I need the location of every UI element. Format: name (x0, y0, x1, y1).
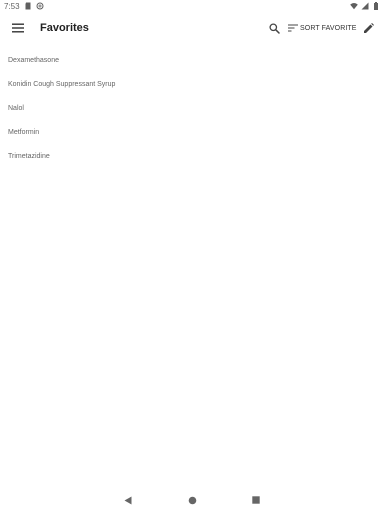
status-time: 7:53 (4, 1, 20, 11)
page-title: Favorites (40, 22, 89, 34)
favorite-name: Nalol (8, 104, 24, 112)
wifi-icon (350, 2, 358, 10)
sort-favorite-button[interactable]: SORT FAVORITE (288, 18, 357, 38)
sort-favorite-label: SORT FAVORITE (300, 24, 357, 32)
edit-icon[interactable] (358, 18, 378, 38)
recents-icon[interactable] (250, 494, 262, 506)
search-icon[interactable] (264, 18, 284, 38)
signal-icon (361, 2, 369, 10)
status-bar: 7:53 (0, 0, 384, 12)
list-item[interactable]: Metformin (0, 120, 384, 144)
back-icon[interactable] (122, 494, 134, 506)
list-item[interactable]: Dexamethasone (0, 48, 384, 72)
menu-icon[interactable] (8, 18, 28, 38)
list-item[interactable]: Konidin Cough Suppressant Syrup (0, 72, 384, 96)
list-item[interactable]: Nalol (0, 96, 384, 120)
app-bar: Favorites SORT FAVORITE (0, 12, 384, 44)
data-saver-icon (36, 2, 44, 10)
home-icon[interactable] (186, 494, 198, 506)
battery-icon (372, 2, 380, 10)
screen: 7:53 Favorites SORT FAVORITE Dexamethaso… (0, 0, 384, 512)
favorite-name: Dexamethasone (8, 56, 59, 64)
status-bar-left: 7:53 (4, 2, 44, 11)
favorite-name: Trimetazidine (8, 152, 50, 160)
sd-card-icon (24, 2, 32, 10)
system-nav-bar (0, 488, 384, 512)
status-bar-right (350, 2, 380, 10)
favorite-name: Metformin (8, 128, 40, 136)
favorite-name: Konidin Cough Suppressant Syrup (8, 80, 116, 88)
favorites-list: Dexamethasone Konidin Cough Suppressant … (0, 48, 384, 168)
list-item[interactable]: Trimetazidine (0, 144, 384, 168)
sort-icon (288, 24, 298, 32)
